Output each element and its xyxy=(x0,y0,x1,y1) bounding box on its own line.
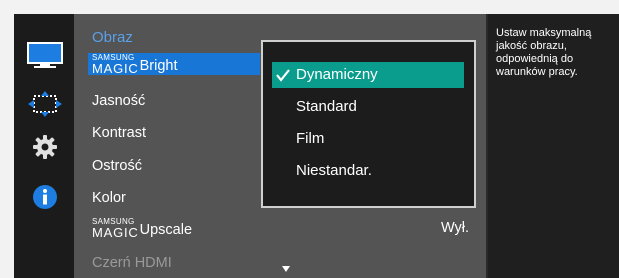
menu-item-label: Bright xyxy=(139,58,178,74)
menu-item-magic-upscale[interactable]: SAMSUNG MAGIC Upscale xyxy=(92,217,193,240)
option-standard[interactable]: Standard xyxy=(272,94,464,120)
option-label: Film xyxy=(296,130,325,147)
menu-title: Obraz xyxy=(92,29,133,46)
menu-item-magic-bright[interactable]: SAMSUNG MAGIC Bright xyxy=(92,53,178,76)
menu-item-contrast[interactable]: Kontrast xyxy=(92,125,146,141)
menu-item-hdmi-black: Czerń HDMI xyxy=(92,255,172,271)
checkmark-icon xyxy=(276,69,290,82)
magic-logo: SAMSUNG MAGIC xyxy=(92,53,139,76)
menu-item-label: Upscale xyxy=(139,222,193,238)
option-label: Niestandar. xyxy=(296,162,372,179)
gear-icon[interactable] xyxy=(23,132,67,162)
option-label: Standard xyxy=(296,98,357,115)
monitor-icon[interactable] xyxy=(23,41,67,71)
menu-item-brightness[interactable]: Jasność xyxy=(92,93,145,109)
option-label: Dynamiczny xyxy=(296,66,378,83)
osd-menu: Obraz SAMSUNG MAGIC Bright Jasność Kontras… xyxy=(14,14,619,278)
info-icon[interactable] xyxy=(23,182,67,212)
magic-bright-options-popup: Dynamiczny Standard Film Niestandar. xyxy=(261,40,476,208)
option-dynamic[interactable]: Dynamiczny xyxy=(272,62,464,88)
scroll-down-arrow-icon[interactable] xyxy=(282,266,290,272)
magic-logo: SAMSUNG MAGIC xyxy=(92,217,139,240)
resize-arrows-icon[interactable] xyxy=(23,89,67,119)
upscale-value: Wył. xyxy=(441,220,470,236)
help-text: Ustaw maksymalną jakość obrazu, odpowied… xyxy=(496,27,592,78)
menu-item-color[interactable]: Kolor xyxy=(92,190,126,206)
menu-item-sharpness[interactable]: Ostrość xyxy=(92,158,142,174)
help-panel: Ustaw maksymalną jakość obrazu, odpowied… xyxy=(488,14,619,278)
icon-bar xyxy=(14,14,74,278)
option-film[interactable]: Film xyxy=(272,126,464,152)
option-custom[interactable]: Niestandar. xyxy=(272,158,464,184)
